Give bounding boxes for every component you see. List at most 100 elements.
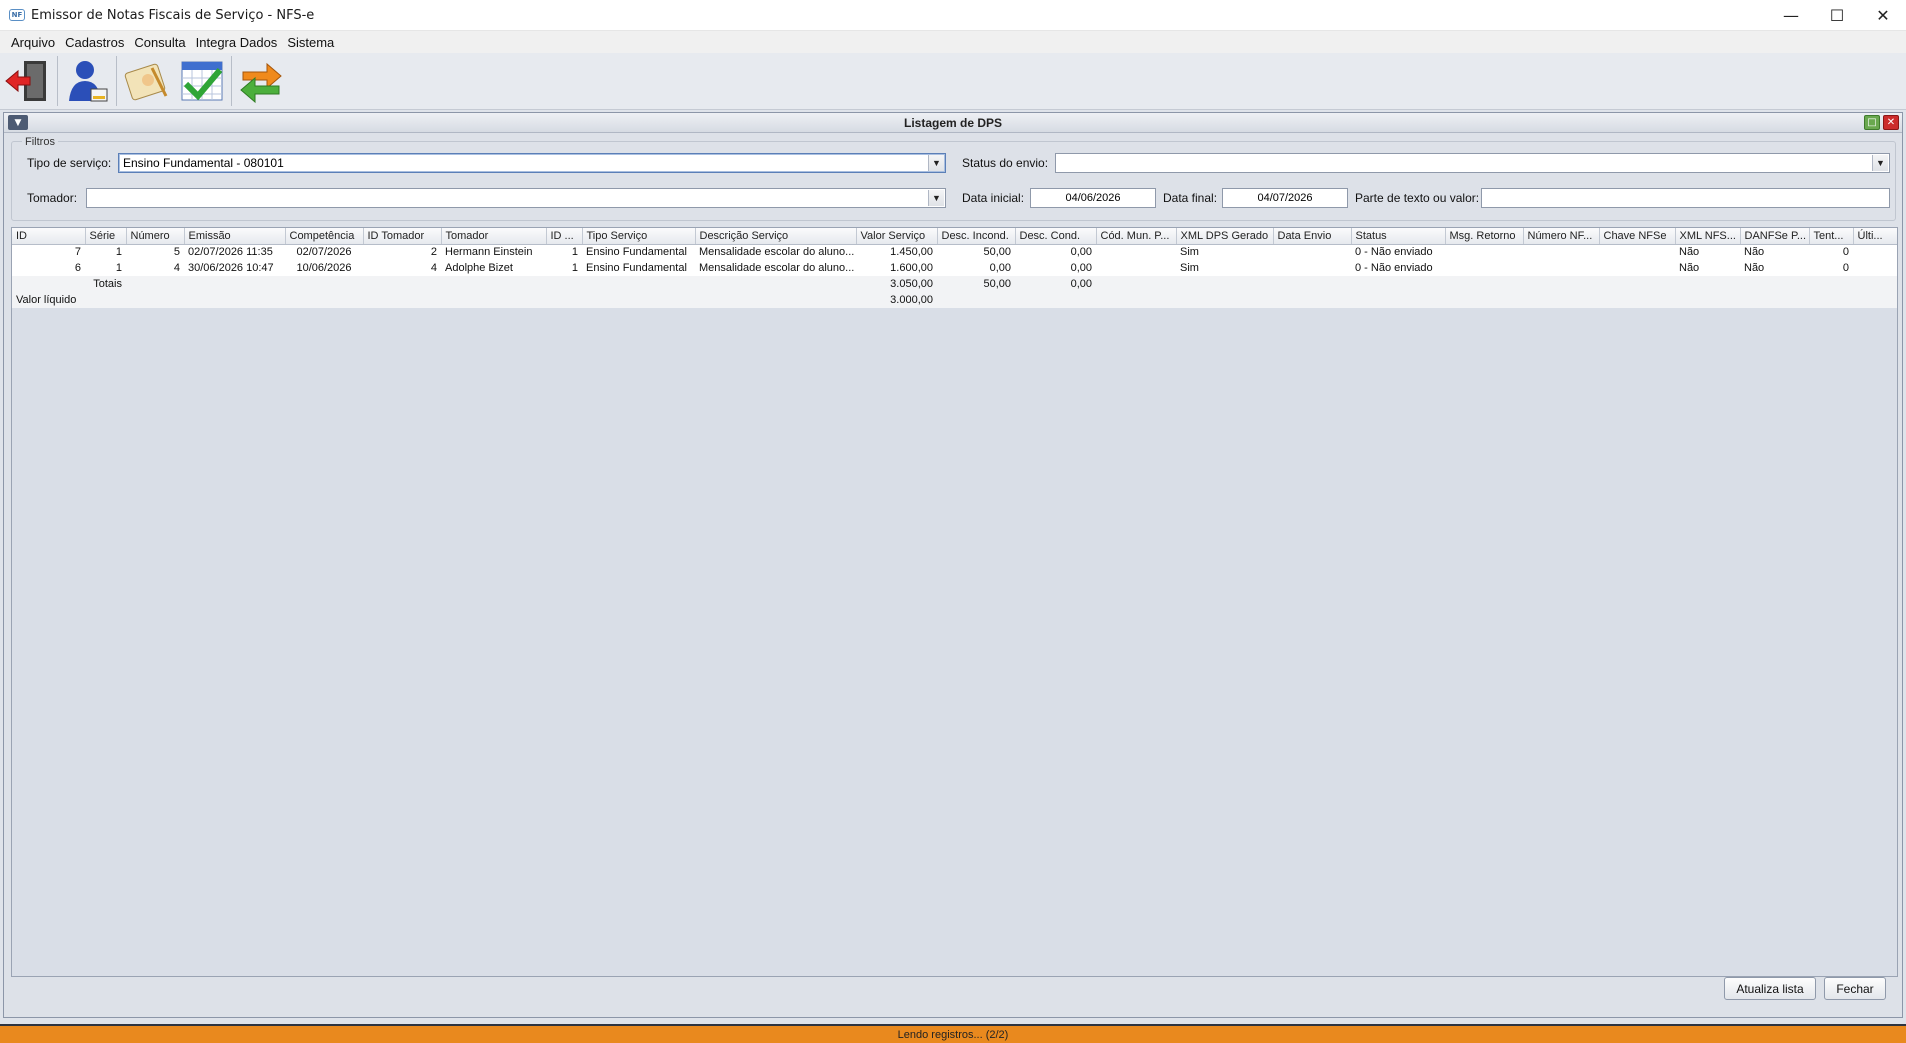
column-header[interactable]: Valor Serviço: [856, 228, 938, 245]
frame-close-icon[interactable]: ✕: [1883, 115, 1899, 130]
status-envio-select[interactable]: ▼: [1055, 153, 1890, 173]
user-icon[interactable]: [59, 55, 115, 107]
column-header[interactable]: Data Envio: [1273, 228, 1352, 245]
toolbar-separator: [116, 56, 117, 106]
cell-numero-nf: [1523, 244, 1599, 260]
status-bar: Lendo registros... (2/2): [0, 1024, 1906, 1043]
cell-numero: 4: [126, 260, 184, 276]
filters-legend: Filtros: [22, 136, 58, 148]
dps-table: ID Série Número Emissão Competência ID T…: [12, 228, 1897, 308]
cell-msg-retorno: [1445, 260, 1523, 276]
menu-cadastros[interactable]: Cadastros: [60, 35, 129, 50]
menu-sistema[interactable]: Sistema: [282, 35, 339, 50]
cell-cod-mun: [1096, 260, 1176, 276]
valor-liquido-label: Valor líquido: [12, 292, 126, 308]
sync-arrows-icon[interactable]: [233, 55, 289, 107]
texto-valor-input[interactable]: [1481, 188, 1890, 208]
frame-title: Listagem de DPS: [903, 115, 1003, 130]
calendar-check-icon[interactable]: [174, 55, 230, 107]
column-header[interactable]: ID Tomador: [363, 228, 442, 245]
texto-valor-label: Parte de texto ou valor:: [1355, 191, 1480, 205]
cell-id: 6: [12, 260, 85, 276]
tomador-select[interactable]: ▼: [86, 188, 946, 208]
exit-door-icon[interactable]: [0, 55, 56, 107]
cell-status: 0 - Não enviado: [1351, 260, 1445, 276]
cell-id-servico: 1: [546, 244, 582, 260]
cell-valor-servico: 1.450,00: [856, 244, 937, 260]
valor-liquido-row: Valor líquido 3.000,00: [12, 292, 1897, 308]
toolbar-separator: [231, 56, 232, 106]
fechar-button[interactable]: Fechar: [1824, 977, 1886, 1000]
cell-danfse: Não: [1740, 244, 1809, 260]
column-header[interactable]: Cód. Mun. P...: [1096, 228, 1177, 245]
tipo-servico-label: Tipo de serviço:: [27, 156, 112, 170]
column-header[interactable]: XML NFS...: [1675, 228, 1741, 245]
column-header[interactable]: Tent...: [1809, 228, 1854, 245]
cell-tomador: Hermann Einstein: [441, 244, 546, 260]
column-header[interactable]: Chave NFSe: [1599, 228, 1676, 245]
close-icon[interactable]: ✕: [1860, 0, 1906, 31]
column-header[interactable]: Desc. Incond.: [937, 228, 1016, 245]
column-header[interactable]: Últi...: [1853, 228, 1897, 245]
cell-id-servico: 1: [546, 260, 582, 276]
window-controls: — ☐ ✕: [1768, 0, 1906, 31]
notepad-edit-icon[interactable]: [118, 55, 174, 107]
column-header[interactable]: Status: [1351, 228, 1446, 245]
chevron-down-icon[interactable]: ▼: [928, 190, 944, 206]
column-header[interactable]: Msg. Retorno: [1445, 228, 1524, 245]
column-header[interactable]: Série: [85, 228, 127, 245]
tipo-servico-select[interactable]: Ensino Fundamental - 080101 ▼: [118, 153, 946, 173]
app-icon: NF: [9, 9, 25, 21]
cell-ultima: [1853, 260, 1897, 276]
column-header[interactable]: Número NF...: [1523, 228, 1600, 245]
totals-label: Totais: [12, 276, 126, 292]
data-final-input[interactable]: 04/07/2026: [1222, 188, 1348, 208]
cell-tentativas: 0: [1809, 260, 1853, 276]
chevron-down-icon[interactable]: ▼: [1872, 155, 1888, 171]
status-envio-label: Status do envio:: [962, 156, 1049, 170]
atualiza-lista-button[interactable]: Atualiza lista: [1724, 977, 1816, 1000]
cell-desc-incond: 50,00: [937, 244, 1015, 260]
cell-ultima: [1853, 244, 1897, 260]
maximize-icon[interactable]: ☐: [1814, 0, 1860, 31]
chevron-down-icon[interactable]: ▼: [928, 155, 944, 171]
cell-tipo-servico: Ensino Fundamental: [582, 244, 695, 260]
cell-descricao: Mensalidade escolar do aluno...: [695, 260, 856, 276]
totals-row: Totais 3.050,00 50,00 0,00: [12, 276, 1897, 292]
minimize-icon[interactable]: —: [1768, 0, 1814, 31]
column-header[interactable]: Tipo Serviço: [582, 228, 696, 245]
cell-numero-nf: [1523, 260, 1599, 276]
column-header[interactable]: Tomador: [441, 228, 547, 245]
cell-chave-nfse: [1599, 260, 1675, 276]
valor-liquido-value: 3.000,00: [856, 292, 937, 308]
cell-desc-cond: 0,00: [1015, 244, 1096, 260]
column-header[interactable]: Desc. Cond.: [1015, 228, 1097, 245]
menu-arquivo[interactable]: Arquivo: [6, 35, 60, 50]
cell-desc-cond: 0,00: [1015, 260, 1096, 276]
cell-xml-dps: Sim: [1176, 260, 1273, 276]
column-header[interactable]: XML DPS Gerado: [1176, 228, 1274, 245]
column-header[interactable]: Número: [126, 228, 185, 245]
table-row[interactable]: 6 1 4 30/06/2026 10:47 10/06/2026 4 Adol…: [12, 260, 1897, 276]
column-header[interactable]: ID: [12, 228, 86, 245]
table-row[interactable]: 7 1 5 02/07/2026 11:35 02/07/2026 2 Herm…: [12, 244, 1897, 260]
cell-serie: 1: [85, 260, 126, 276]
column-header[interactable]: ID ...: [546, 228, 583, 245]
column-header[interactable]: DANFSe P...: [1740, 228, 1810, 245]
frame-maximize-icon[interactable]: □: [1864, 115, 1880, 130]
column-header[interactable]: Competência: [285, 228, 364, 245]
cell-competencia: 02/07/2026: [285, 244, 363, 260]
frame-titlebar: ▼ Listagem de DPS □ ✕: [4, 113, 1902, 133]
column-header[interactable]: Descrição Serviço: [695, 228, 857, 245]
listagem-dps-frame: ▼ Listagem de DPS □ ✕ Filtros Tipo de se…: [3, 112, 1903, 1018]
menu-consulta[interactable]: Consulta: [129, 35, 190, 50]
column-header[interactable]: Emissão: [184, 228, 286, 245]
cell-valor-servico: 1.600,00: [856, 260, 937, 276]
menu-integra-dados[interactable]: Integra Dados: [191, 35, 283, 50]
data-inicial-label: Data inicial:: [962, 191, 1025, 205]
cell-competencia: 10/06/2026: [285, 260, 363, 276]
data-inicial-input[interactable]: 04/06/2026: [1030, 188, 1156, 208]
cell-xml-dps: Sim: [1176, 244, 1273, 260]
frame-menu-icon[interactable]: ▼: [8, 115, 28, 130]
cell-danfse: Não: [1740, 260, 1809, 276]
